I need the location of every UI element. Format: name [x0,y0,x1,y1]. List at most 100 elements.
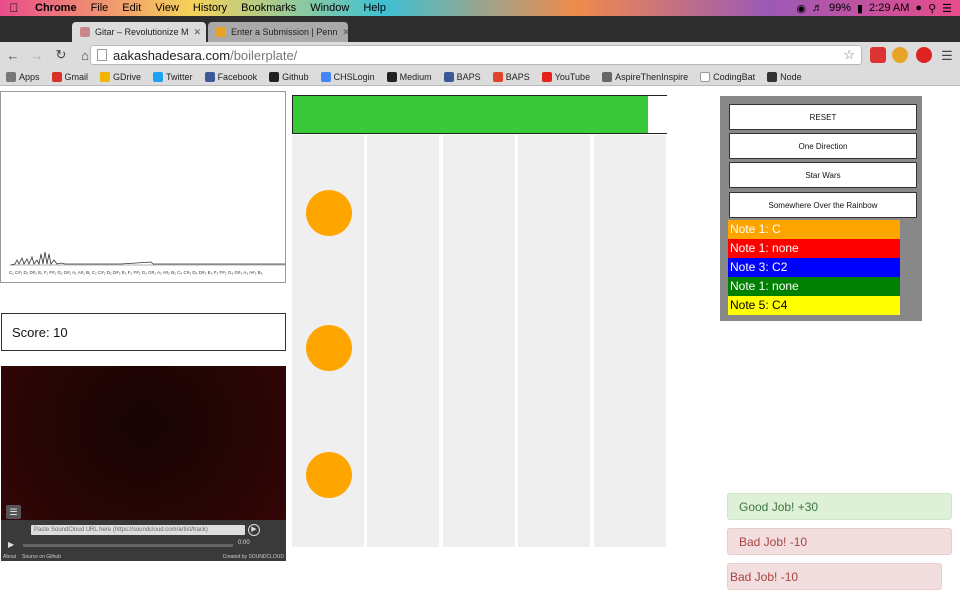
bookmark-item[interactable]: AspireThenInspire [602,71,688,82]
note-axis-labels: C₁ C#₁ D₁ D#₁ E₁ F₁ F#₁ G₁ G#₁ A₁ A#₁ B₁… [9,270,263,275]
extension-icon[interactable] [870,47,886,63]
github-source-link[interactable]: Source on Github [22,554,61,560]
bookmark-item[interactable]: Apps [6,71,40,82]
about-link[interactable]: About [3,554,16,560]
bookmark-item[interactable]: Node [767,71,802,82]
wifi-icon[interactable]: ◉ [796,2,806,15]
bookmark-item[interactable]: BAPS [492,71,530,82]
bookmark-item[interactable]: Github [269,71,309,82]
menu-bookmarks[interactable]: Bookmarks [234,2,303,14]
bookmark-item[interactable]: YouTube [541,71,590,82]
extension-icon[interactable] [916,47,932,63]
page-icon [97,49,107,61]
song-control-panel: RESET One Direction Star Wars Somewhere … [720,96,922,321]
menu-app-name[interactable]: Chrome [28,2,84,14]
close-tab-icon[interactable]: ✕ [342,27,348,38]
note-indicator-yellow: Note 5: C4 [728,296,900,315]
menu-help[interactable]: Help [356,2,393,14]
over-the-rainbow-button[interactable]: Somewhere Over the Rainbow [729,192,917,218]
note-lane[interactable] [594,135,666,547]
bookmark-star-icon[interactable]: ☆ [843,47,855,63]
bookmark-item[interactable]: Twitter [153,71,193,82]
track-time: 0:00 [238,540,250,546]
battery-percent[interactable]: 99% [829,2,851,14]
bookmark-label: Gmail [64,71,89,82]
load-track-icon[interactable]: ▶ [248,524,260,536]
menu-history[interactable]: History [186,2,234,14]
bookmark-item[interactable]: CHSLogin [320,71,375,82]
feedback-bad: Bad Job! -10 [727,563,942,590]
bookmark-label: CodingBat [713,71,756,82]
bookmark-item[interactable]: GDrive [100,71,142,82]
bookmark-label: CHSLogin [333,71,375,82]
note-lane[interactable] [367,135,439,547]
tab-submission[interactable]: Enter a Submission | Penn ✕ [208,22,348,42]
bookmark-label: Node [780,71,802,82]
note-lane[interactable] [443,135,515,547]
battery-icon: ▮ [856,2,864,15]
one-direction-button[interactable]: One Direction [729,133,917,159]
bookmark-icon [700,71,711,82]
bookmark-icon [100,71,111,82]
clock[interactable]: 2:29 AM [869,2,909,14]
bookmark-icon [269,71,280,82]
tab-gitar[interactable]: Gitar – Revolutionize M ✕ [72,22,206,42]
reload-icon[interactable]: ↻ [54,47,68,63]
bookmark-item[interactable]: CodingBat [700,71,756,82]
bookmark-label: Twitter [166,71,193,82]
volume-icon[interactable]: ♬ [812,2,823,14]
soundcloud-logo: Created by SOUNDCLOUD [222,553,284,560]
bookmark-label: BAPS [456,71,481,82]
note-indicator-green: Note 1: none [728,277,900,296]
bookmark-label: GDrive [113,71,142,82]
falling-note[interactable] [306,190,352,236]
track-progress-bar[interactable] [23,544,233,547]
bookmark-icon [153,71,164,82]
play-icon[interactable]: ▶ [8,540,14,549]
bookmark-label: Medium [399,71,432,82]
spotlight-icon[interactable]: ⚲ [928,2,936,15]
bookmark-label: Github [282,71,309,82]
bookmark-icon [204,71,215,82]
tab-favicon [216,27,226,37]
menubar-status-area: ◉ ♬ 99% ▮ 2:29 AM ● ⚲ ☰ [796,2,960,15]
falling-note[interactable] [306,325,352,371]
feedback-good: Good Job! +30 [727,493,952,520]
soundcloud-url-input[interactable]: Paste SoundCloud URL here (https://sound… [31,525,245,535]
star-wars-button[interactable]: Star Wars [729,162,917,188]
bookmark-icon [320,71,331,82]
browser-toolbar: ← → ↻ ⌂ aakashadesara.com/boilerplate/ ☆… [0,42,960,68]
reset-button[interactable]: RESET [729,104,917,130]
menu-view[interactable]: View [148,2,186,14]
address-host: aakashadesara.com [113,47,231,63]
score-display: Score: 10 [1,313,286,351]
bookmark-icon [6,71,16,82]
apple-icon[interactable]:  [0,1,28,15]
player-menu-icon[interactable]: ☰ [6,505,21,519]
forward-icon[interactable]: → [30,48,44,63]
tab-favicon [80,27,90,37]
chrome-menu-icon[interactable]: ☰ [940,48,954,64]
bookmark-label: Apps [19,71,40,82]
close-tab-icon[interactable]: ✕ [194,27,202,38]
bookmark-label: BAPS [505,71,530,82]
bookmark-label: Facebook [217,71,258,82]
menu-window[interactable]: Window [303,2,356,14]
bookmark-item[interactable]: Facebook [204,71,258,82]
bookmark-item[interactable]: Medium [386,71,432,82]
spectrum-graph: C₁ C#₁ D₁ D#₁ E₁ F₁ F#₁ G₁ G#₁ A₁ A#₁ B₁… [9,251,285,275]
note-lane[interactable] [518,135,590,547]
bookmark-item[interactable]: Gmail [51,71,89,82]
bookmark-item[interactable]: BAPS [443,71,481,82]
tab-strip: Gitar – Revolutionize M ✕ Enter a Submis… [0,16,960,42]
notification-center-icon[interactable]: ☰ [942,2,952,15]
menu-edit[interactable]: Edit [115,2,148,14]
bookmark-icon [443,71,454,82]
address-bar[interactable]: aakashadesara.com/boilerplate/ ☆ [90,45,862,65]
menu-file[interactable]: File [84,2,116,14]
player-footer: About Source on Github Created by SOUNDC… [1,552,286,561]
falling-note[interactable] [306,452,352,498]
back-icon[interactable]: ← [6,48,20,63]
extension-icon[interactable] [892,47,908,63]
user-icon[interactable]: ● [915,2,922,14]
